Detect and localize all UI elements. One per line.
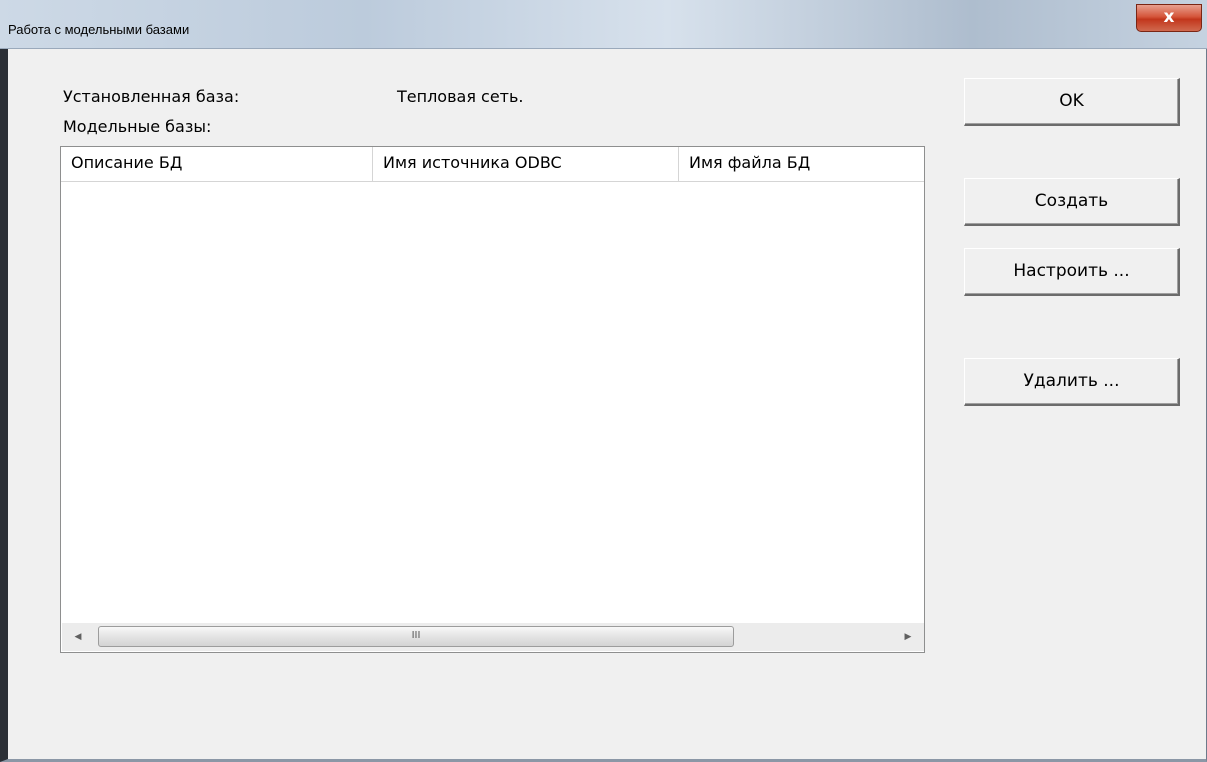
create-button[interactable]: Создать	[964, 178, 1180, 226]
delete-button[interactable]: Удалить ...	[964, 358, 1180, 406]
scroll-right-arrow-icon[interactable]: ▶	[894, 623, 922, 651]
column-header-db-file[interactable]: Имя файла БД	[679, 147, 924, 181]
scrollbar-thumb[interactable]: III	[98, 626, 734, 647]
list-header: Описание БД Имя источника ODBC Имя файла…	[61, 147, 924, 182]
model-bases-label: Модельные базы:	[63, 117, 212, 136]
column-header-odbc-source[interactable]: Имя источника ODBC	[373, 147, 679, 181]
window-title: Работа с модельными базами	[8, 22, 190, 37]
installed-base-label: Установленная база:	[63, 87, 240, 106]
title-bar[interactable]: Работа с модельными базами x	[0, 0, 1207, 49]
installed-base-value: Тепловая сеть.	[397, 87, 524, 106]
ok-button[interactable]: OK	[964, 78, 1180, 126]
close-icon: x	[1163, 7, 1175, 27]
dialog-window: Работа с модельными базами x Установленн…	[0, 0, 1207, 762]
horizontal-scrollbar[interactable]: ◀ III ▶	[62, 623, 924, 651]
scroll-left-arrow-icon[interactable]: ◀	[64, 623, 92, 651]
grip-icon: III	[411, 630, 421, 641]
configure-button[interactable]: Настроить ...	[964, 248, 1180, 296]
model-bases-list[interactable]: Описание БД Имя источника ODBC Имя файла…	[60, 146, 925, 653]
column-header-description[interactable]: Описание БД	[61, 147, 373, 181]
close-button[interactable]: x	[1136, 4, 1202, 32]
